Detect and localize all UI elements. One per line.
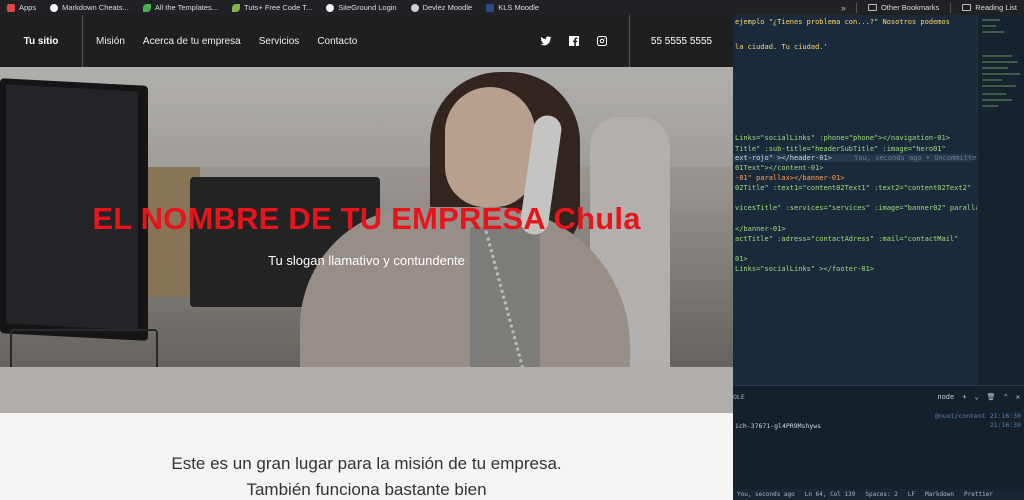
- leaf-icon: [232, 3, 241, 12]
- facebook-icon[interactable]: [568, 35, 580, 47]
- editor-code-area[interactable]: ejemplo "¿Tienes problema con...?" Nosot…: [733, 15, 984, 385]
- terminal-shell-selector[interactable]: node: [937, 393, 954, 401]
- maximize-icon[interactable]: ⌃: [1004, 393, 1008, 401]
- hero-subtitle: Tu slogan llamativo y contundente: [268, 253, 465, 268]
- code-line: Title" :sub-title="headerSubTitle" :imag…: [735, 145, 946, 153]
- social-links: [540, 15, 608, 67]
- mission-section: Este es un gran lugar para la misión de …: [0, 413, 733, 500]
- nav-link-contacto[interactable]: Contacto: [317, 36, 357, 47]
- site-navbar: Tu sitio Misión Acerca de tu empresa Ser…: [0, 15, 733, 67]
- code-line: vicesTitle" :services="services" :image=…: [735, 204, 984, 212]
- status-indentation[interactable]: Spaces: 2: [865, 491, 898, 498]
- folder-icon: [867, 4, 877, 11]
- code-line: la ciudad. Tu ciudad.': [735, 43, 828, 51]
- divider: [855, 2, 857, 13]
- status-language[interactable]: Markdown: [925, 491, 954, 498]
- code-editor: ejemplo "¿Tienes problema con...?" Nosot…: [733, 15, 1024, 500]
- bookmark-devlez[interactable]: Devlez Moodle: [404, 0, 480, 15]
- code-line: Links="socialLinks" :phone="phone"></nav…: [735, 134, 950, 142]
- close-icon[interactable]: ✕: [1016, 393, 1020, 401]
- mission-text: Este es un gran lugar para la misión de …: [171, 454, 562, 499]
- apps-icon: [7, 3, 15, 12]
- instagram-icon[interactable]: [596, 35, 608, 47]
- code-line-text: ext-rojo" ></header-01>: [735, 154, 832, 162]
- status-blame[interactable]: You, seconds ago: [737, 491, 795, 498]
- site-brand[interactable]: Tu sitio: [0, 15, 83, 67]
- bookmark-label: Apps: [19, 3, 37, 12]
- bookmark-label: Devlez Moodle: [422, 3, 473, 12]
- editor-status-bar: You, seconds ago Ln 64, Col 139 Spaces: …: [733, 489, 1024, 500]
- nav-link-acerca[interactable]: Acerca de tu empresa: [143, 36, 241, 47]
- terminal-output-line: 21:16:30: [989, 421, 1021, 429]
- nav-link-servicios[interactable]: Servicios: [259, 36, 300, 47]
- bookmark-label: Markdown Cheats...: [62, 3, 129, 12]
- bookmark-label: All the Templates...: [154, 3, 219, 12]
- terminal-output-line: @nuxt/content 21:16:30: [934, 412, 1021, 420]
- status-cursor-position[interactable]: Ln 64, Col 139: [805, 491, 856, 498]
- code-line: ejemplo "¿Tienes problema con...?" Nosot…: [735, 18, 950, 26]
- hero-title: EL NOMBRE DE TU EMPRESA Chula: [92, 201, 641, 236]
- chevron-down-icon[interactable]: ⌄: [974, 393, 978, 401]
- leaf-icon: [142, 3, 151, 12]
- bookmarks-overflow-button[interactable]: »: [835, 3, 852, 13]
- terminal-panel[interactable]: OLE node + ⌄ 🗑 ⌃ ✕ ich-37671-gl4PR9Mshyw…: [733, 385, 1024, 489]
- kls-icon: [486, 3, 495, 12]
- trash-icon[interactable]: 🗑: [987, 393, 996, 401]
- reading-list-icon: [962, 4, 972, 11]
- code-line: </banner-01>: [735, 225, 786, 233]
- hero-section: EL NOMBRE DE TU EMPRESA Chula Tu slogan …: [0, 67, 733, 413]
- hero-overlay: [0, 67, 733, 413]
- nav-links: Misión Acerca de tu empresa Servicios Co…: [83, 36, 357, 47]
- bookmark-kls[interactable]: KLS Moodle: [479, 0, 546, 15]
- bookmark-tuts[interactable]: Tuts+ Free Code T...: [225, 0, 319, 15]
- bookmark-siteground[interactable]: SiteGround Login: [319, 0, 403, 15]
- code-line: Links="socialLinks" ></footer-01>: [735, 265, 875, 273]
- terminal-header: OLE node + ⌄ 🗑 ⌃ ✕: [733, 390, 1024, 404]
- other-bookmarks-label: Other Bookmarks: [880, 3, 940, 12]
- code-line: -01" parallax></banner-01>: [735, 174, 845, 182]
- bookmark-label: KLS Moodle: [498, 3, 540, 12]
- status-eol[interactable]: LF: [908, 491, 915, 498]
- divider: [950, 2, 952, 13]
- reading-list-label: Reading List: [975, 3, 1017, 12]
- bookmark-apps[interactable]: Apps: [0, 0, 43, 15]
- terminal-output-line: ich-37671-gl4PR9Mshyws: [735, 422, 822, 430]
- bookmark-markdown[interactable]: Markdown Cheats...: [43, 0, 136, 15]
- moodle-icon: [410, 3, 419, 12]
- status-formatter[interactable]: Prettier: [964, 491, 993, 498]
- code-line: actTitle" :adress="contactAdress" :mail=…: [735, 235, 959, 243]
- editor-minimap[interactable]: [977, 15, 1024, 385]
- site-phone[interactable]: 55 5555 5555: [629, 15, 733, 67]
- code-line: 02Title" :text1="content02Text1" :text2=…: [735, 184, 972, 192]
- twitter-icon[interactable]: [540, 35, 552, 47]
- code-line: 01Text"></content-01>: [735, 164, 824, 172]
- bookmark-templates[interactable]: All the Templates...: [136, 0, 225, 15]
- other-bookmarks[interactable]: Other Bookmarks: [861, 0, 946, 15]
- terminal-tab-label[interactable]: OLE: [733, 393, 745, 401]
- nav-link-mision[interactable]: Misión: [96, 36, 125, 47]
- bookmarks-bar: Apps Markdown Cheats... All the Template…: [0, 0, 1024, 15]
- add-terminal-icon[interactable]: +: [962, 393, 966, 401]
- code-line: 01>: [735, 255, 748, 263]
- reading-list[interactable]: Reading List: [955, 0, 1024, 15]
- bookmark-label: Tuts+ Free Code T...: [244, 3, 313, 12]
- github-icon: [50, 3, 59, 12]
- git-blame: You, seconds ago • Uncommitted: [854, 154, 981, 162]
- code-line-active: ext-rojo" ></header-01> You, seconds ago…: [733, 154, 981, 162]
- bookmark-label: SiteGround Login: [338, 3, 397, 12]
- website-preview: Tu sitio Misión Acerca de tu empresa Ser…: [0, 15, 733, 500]
- siteground-icon: [326, 3, 335, 12]
